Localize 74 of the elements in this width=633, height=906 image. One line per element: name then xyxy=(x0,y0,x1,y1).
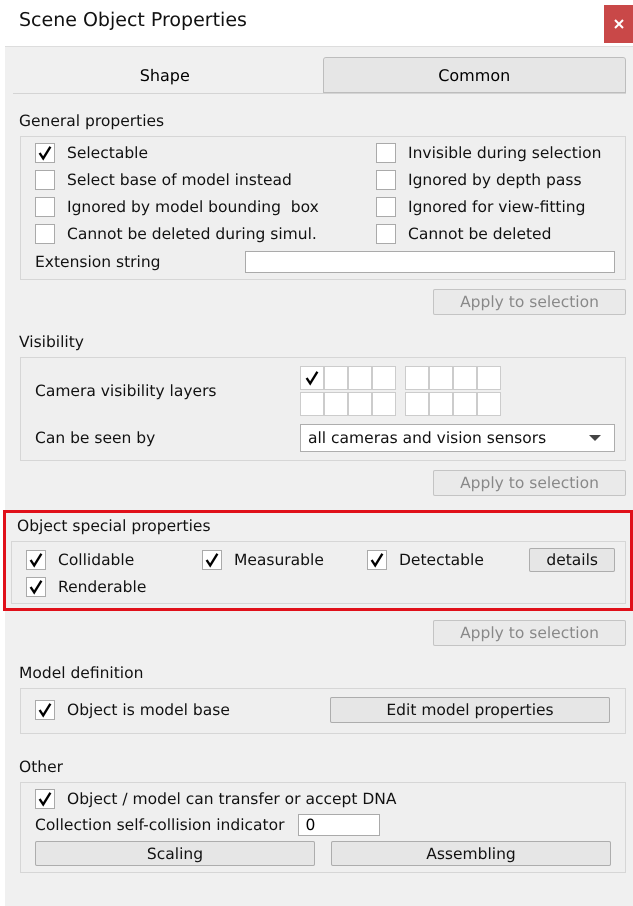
layer-checkbox[interactable] xyxy=(477,392,501,416)
layer-checkbox[interactable] xyxy=(453,366,477,390)
checkbox[interactable] xyxy=(35,700,55,720)
checkbox[interactable] xyxy=(35,789,55,809)
checkbox[interactable] xyxy=(376,143,396,163)
tab[interactable]: Common xyxy=(322,57,626,93)
check-icon xyxy=(368,551,386,569)
checkbox[interactable] xyxy=(35,197,55,217)
check-icon xyxy=(36,701,54,719)
checkbox-label: Measurable xyxy=(234,551,324,569)
field-label: Collection self-collision indicator xyxy=(35,816,284,834)
checkbox-label: Ignored for view-fitting xyxy=(408,198,586,216)
scaling-button[interactable]: Scaling xyxy=(35,841,315,866)
checkbox-label: Collidable xyxy=(58,551,134,569)
section-title: Other xyxy=(18,757,64,778)
checkbox-label: Renderable xyxy=(58,578,146,596)
checkbox-label: Cannot be deleted during simul. xyxy=(67,225,317,243)
check-icon xyxy=(27,578,45,596)
checkbox[interactable] xyxy=(376,197,396,217)
checkbox-label: Object / model can transfer or accept DNA xyxy=(67,790,396,808)
layer-checkbox[interactable] xyxy=(300,392,324,416)
assembling-button[interactable]: Assembling xyxy=(331,841,611,866)
checkbox-label: Select base of model instead xyxy=(67,171,292,189)
checkbox-label: Invisible during selection xyxy=(408,144,602,162)
collision-indicator-field[interactable]: 0 xyxy=(298,814,380,836)
layer-checkbox[interactable] xyxy=(324,366,348,390)
layer-checkbox[interactable] xyxy=(477,366,501,390)
layer-checkbox[interactable] xyxy=(348,366,372,390)
field-label: Camera visibility layers xyxy=(35,382,218,400)
caret-icon xyxy=(588,434,602,442)
checkbox[interactable] xyxy=(26,550,46,570)
checkbox[interactable] xyxy=(367,550,387,570)
checkbox-label: Selectable xyxy=(67,144,148,162)
layer-checkbox[interactable] xyxy=(300,366,324,390)
section-title: Object special properties xyxy=(16,516,212,537)
extension-string-field[interactable] xyxy=(245,251,615,273)
check-icon xyxy=(27,551,45,569)
close-button[interactable] xyxy=(604,5,633,43)
layer-checkbox[interactable] xyxy=(348,392,372,416)
checkbox[interactable] xyxy=(376,224,396,244)
check-icon xyxy=(36,790,54,808)
checkbox[interactable] xyxy=(202,550,222,570)
layer-checkbox[interactable] xyxy=(405,366,429,390)
checkbox[interactable] xyxy=(35,170,55,190)
details-button[interactable]: details xyxy=(529,548,615,572)
check-icon xyxy=(203,551,221,569)
check-icon xyxy=(36,144,54,162)
section-title: General properties xyxy=(18,111,166,132)
layer-checkbox[interactable] xyxy=(324,392,348,416)
layer-checkbox[interactable] xyxy=(372,366,396,390)
check-icon xyxy=(303,369,321,387)
checkbox-label: Cannot be deleted xyxy=(408,225,552,243)
checkbox[interactable] xyxy=(35,143,55,163)
close-icon xyxy=(612,18,624,30)
checkbox[interactable] xyxy=(35,224,55,244)
seen-by-dropdown[interactable]: all cameras and vision sensors xyxy=(300,424,615,452)
layer-checkbox[interactable] xyxy=(429,392,453,416)
checkbox-label: Object is model base xyxy=(67,701,230,719)
layer-checkbox[interactable] xyxy=(429,366,453,390)
section-title: Visibility xyxy=(18,332,85,353)
tab[interactable]: Shape xyxy=(13,57,316,93)
edit-model-properties-button[interactable]: Edit model properties xyxy=(330,697,610,723)
field-label: Can be seen by xyxy=(35,429,156,447)
layer-checkbox[interactable] xyxy=(453,392,477,416)
layer-checkbox[interactable] xyxy=(372,392,396,416)
field-label: Extension string xyxy=(35,253,161,271)
layer-checkbox[interactable] xyxy=(405,392,429,416)
checkbox-label: Detectable xyxy=(399,551,484,569)
checkbox-label: Ignored by model bounding box xyxy=(67,198,319,216)
window-title: Scene Object Properties xyxy=(19,9,247,31)
checkbox[interactable] xyxy=(26,577,46,597)
checkbox-label: Ignored by depth pass xyxy=(408,171,582,189)
checkbox[interactable] xyxy=(376,170,396,190)
section-title: Model definition xyxy=(18,663,144,684)
